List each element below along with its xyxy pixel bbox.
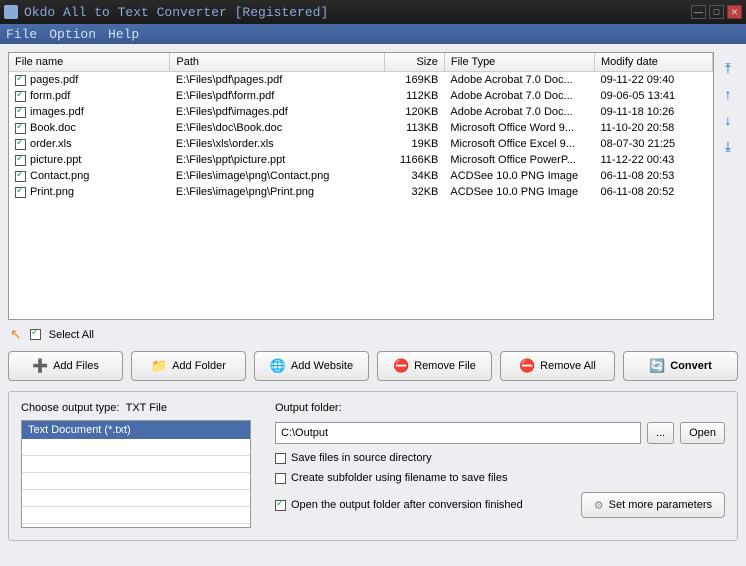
set-parameters-button[interactable]: ⚙Set more parameters <box>581 492 725 518</box>
globe-icon: 🌐 <box>270 358 286 374</box>
col-path[interactable]: Path <box>170 53 384 72</box>
table-row[interactable]: Print.pngE:\Files\image\png\Print.png32K… <box>9 184 713 200</box>
row-checkbox[interactable] <box>15 91 26 102</box>
row-checkbox[interactable] <box>15 171 26 182</box>
remove-file-button[interactable]: ⛔Remove File <box>377 351 492 381</box>
open-after-label: Open the output folder after conversion … <box>291 499 523 511</box>
row-checkbox[interactable] <box>15 123 26 134</box>
remove-icon: ⛔ <box>393 358 409 374</box>
row-checkbox[interactable] <box>15 75 26 86</box>
table-row[interactable]: images.pdfE:\Files\pdf\images.pdf120KBAd… <box>9 104 713 120</box>
col-size[interactable]: Size <box>384 53 444 72</box>
row-checkbox[interactable] <box>15 107 26 118</box>
convert-icon: 🔄 <box>649 358 665 374</box>
output-folder-input[interactable] <box>275 422 641 444</box>
plus-icon: ➕ <box>32 358 48 374</box>
reorder-buttons: ⤒ ↑ ↓ ⤓ <box>720 52 738 320</box>
open-folder-button[interactable]: Open <box>680 422 725 444</box>
app-logo-icon <box>4 5 18 19</box>
move-top-button[interactable]: ⤒ <box>720 60 736 76</box>
browse-button[interactable]: ... <box>647 422 674 444</box>
row-checkbox[interactable] <box>15 187 26 198</box>
window-title: Okdo All to Text Converter [Registered] <box>24 5 688 20</box>
table-row[interactable]: Book.docE:\Files\doc\Book.doc113KBMicros… <box>9 120 713 136</box>
add-folder-button[interactable]: 📁Add Folder <box>131 351 246 381</box>
output-folder-label: Output folder: <box>275 402 725 414</box>
add-files-button[interactable]: ➕Add Files <box>8 351 123 381</box>
menu-bar: File Option Help <box>0 24 746 44</box>
select-all-label: Select All <box>49 329 94 341</box>
move-bottom-button[interactable]: ⤓ <box>720 138 736 154</box>
table-row[interactable]: order.xlsE:\Files\xls\order.xls19KBMicro… <box>9 136 713 152</box>
save-source-label: Save files in source directory <box>291 452 432 464</box>
menu-file[interactable]: File <box>6 27 37 42</box>
table-row[interactable]: Contact.pngE:\Files\image\png\Contact.pn… <box>9 168 713 184</box>
gear-icon: ⚙ <box>594 499 604 512</box>
output-type-list[interactable]: Text Document (*.txt) <box>21 420 251 528</box>
create-subfolder-label: Create subfolder using filename to save … <box>291 472 507 484</box>
menu-option[interactable]: Option <box>49 27 96 42</box>
remove-all-button[interactable]: ⛔Remove All <box>500 351 615 381</box>
title-bar: Okdo All to Text Converter [Registered] … <box>0 0 746 24</box>
output-type-label: Choose output type: TXT File <box>21 402 251 414</box>
move-up-button[interactable]: ↑ <box>720 86 736 102</box>
table-row[interactable]: picture.pptE:\Files\ppt\picture.ppt1166K… <box>9 152 713 168</box>
col-filename[interactable]: File name <box>9 53 170 72</box>
col-type[interactable]: File Type <box>444 53 594 72</box>
up-arrow-icon: ↖ <box>10 326 22 343</box>
table-row[interactable]: form.pdfE:\Files\pdf\form.pdf112KBAdobe … <box>9 88 713 104</box>
row-checkbox[interactable] <box>15 155 26 166</box>
move-down-button[interactable]: ↓ <box>720 112 736 128</box>
add-website-button[interactable]: 🌐Add Website <box>254 351 369 381</box>
save-source-checkbox[interactable] <box>275 453 286 464</box>
remove-all-icon: ⛔ <box>519 358 535 374</box>
menu-help[interactable]: Help <box>108 27 139 42</box>
convert-button[interactable]: 🔄Convert <box>623 351 738 381</box>
output-type-selected[interactable]: Text Document (*.txt) <box>22 421 250 439</box>
table-row[interactable]: pages.pdfE:\Files\pdf\pages.pdf169KBAdob… <box>9 72 713 89</box>
row-checkbox[interactable] <box>15 139 26 150</box>
file-list[interactable]: File name Path Size File Type Modify dat… <box>8 52 714 320</box>
maximize-button[interactable]: □ <box>709 5 724 19</box>
col-date[interactable]: Modify date <box>595 53 713 72</box>
minimize-button[interactable]: — <box>691 5 706 19</box>
folder-icon: 📁 <box>151 358 167 374</box>
create-subfolder-checkbox[interactable] <box>275 473 286 484</box>
open-after-checkbox[interactable] <box>275 500 286 511</box>
close-button[interactable]: ✕ <box>727 5 742 19</box>
select-all-checkbox[interactable] <box>30 329 41 340</box>
